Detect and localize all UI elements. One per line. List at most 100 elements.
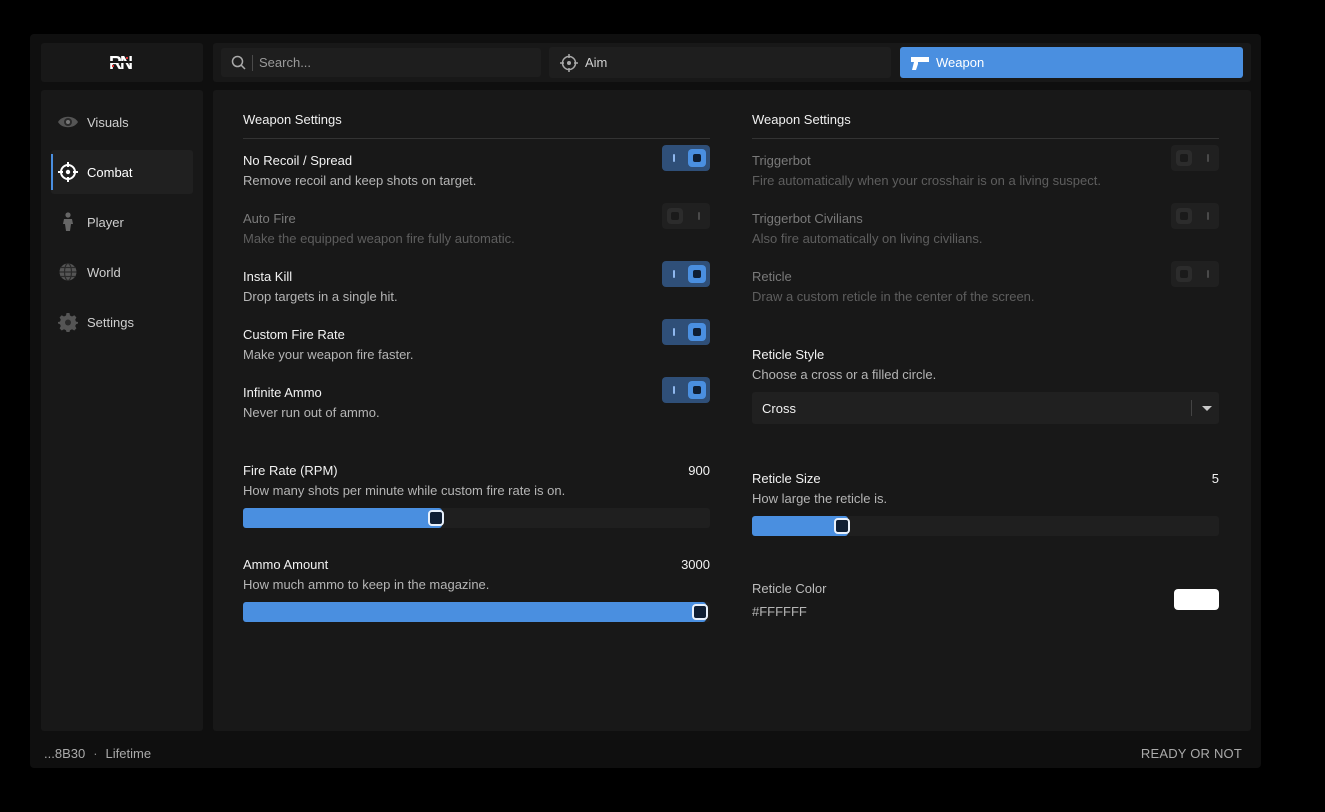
logo: RN: [41, 43, 203, 82]
fire-rate-value: 900: [688, 463, 710, 478]
setting-desc: How large the reticle is.: [752, 491, 888, 506]
slider-fill: [243, 602, 706, 622]
insta-kill-toggle[interactable]: [662, 261, 710, 287]
triggerbot-toggle[interactable]: [1171, 145, 1219, 171]
chevron-down-icon: [1202, 406, 1212, 411]
search-box[interactable]: [221, 48, 541, 77]
gear-icon: [57, 311, 79, 333]
setting-reticle-color: Reticle Color #FFFFFF: [752, 581, 1219, 619]
reticle-color-hex: #FFFFFF: [752, 604, 807, 619]
setting-ammo-amount: Ammo Amount How much ammo to keep in the…: [243, 557, 710, 592]
reticle-toggle[interactable]: [1171, 261, 1219, 287]
dropdown-separator: [1191, 400, 1192, 416]
reticle-color-swatch[interactable]: [1174, 589, 1219, 610]
fire-rate-slider[interactable]: [243, 508, 710, 528]
main-panel: Weapon Settings No Recoil / Spread Remov…: [213, 90, 1251, 731]
slider-thumb[interactable]: [833, 518, 850, 534]
auto-fire-toggle[interactable]: [662, 203, 710, 229]
person-icon: [57, 211, 79, 233]
sidebar-item-label: Player: [87, 214, 124, 230]
slider-thumb[interactable]: [427, 510, 444, 526]
user-id: ...8B30: [44, 746, 86, 761]
section-title: Weapon Settings: [243, 112, 342, 127]
setting-desc: Drop targets in a single hit.: [243, 289, 398, 304]
globe-icon: [57, 261, 79, 283]
setting-desc: Make your weapon fire faster.: [243, 347, 414, 362]
setting-desc: Fire automatically when your crosshair i…: [752, 173, 1101, 188]
setting-name: Reticle Size: [752, 471, 821, 486]
top-bar: Aim Weapon: [213, 43, 1251, 82]
setting-desc: Also fire automatically on living civili…: [752, 231, 983, 246]
setting-name: Infinite Ammo: [243, 385, 322, 400]
setting-reticle-style: Reticle Style Choose a cross or a filled…: [752, 347, 1219, 382]
tab-aim-label: Aim: [585, 55, 608, 70]
sidebar-item-label: Combat: [87, 164, 133, 180]
search-icon: [231, 55, 246, 70]
no-recoil-toggle[interactable]: [662, 145, 710, 171]
sidebar-item-label: Visuals: [87, 114, 129, 130]
sidebar-item-label: World: [87, 264, 121, 280]
custom-fire-rate-toggle[interactable]: [662, 319, 710, 345]
status-bar: ...8B30 · Lifetime READY OR NOT: [30, 739, 1261, 768]
ammo-amount-slider[interactable]: [243, 602, 710, 622]
app-window: RN Aim: [30, 34, 1261, 768]
sidebar-item-world[interactable]: World: [51, 250, 193, 294]
setting-desc: How many shots per minute while custom f…: [243, 483, 566, 498]
sidebar-item-label: Settings: [87, 314, 134, 330]
sidebar-item-visuals[interactable]: Visuals: [51, 100, 193, 144]
sidebar-item-combat[interactable]: Combat: [51, 150, 193, 194]
setting-name: Triggerbot: [752, 153, 811, 168]
setting-triggerbot: Triggerbot Fire automatically when your …: [752, 145, 1219, 188]
setting-insta-kill: Insta Kill Drop targets in a single hit.: [243, 261, 710, 304]
setting-fire-rate: Fire Rate (RPM) How many shots per minut…: [243, 463, 710, 498]
setting-auto-fire: Auto Fire Make the equipped weapon fire …: [243, 203, 710, 246]
setting-desc: Never run out of ammo.: [243, 405, 380, 420]
tab-weapon[interactable]: Weapon: [900, 47, 1243, 78]
reticle-style-selected: Cross: [762, 400, 796, 416]
setting-name: Reticle Style: [752, 347, 825, 362]
setting-custom-fire-rate: Custom Fire Rate Make your weapon fire f…: [243, 319, 710, 362]
setting-name: Custom Fire Rate: [243, 327, 345, 342]
sidebar-item-settings[interactable]: Settings: [51, 300, 193, 344]
sidebar: Visuals Combat Player World Settings: [41, 90, 203, 731]
setting-no-recoil: No Recoil / Spread Remove recoil and kee…: [243, 145, 710, 188]
reticle-style-select[interactable]: Cross: [752, 392, 1219, 424]
reticle-size-slider[interactable]: [752, 516, 1219, 536]
search-input[interactable]: [252, 54, 522, 71]
tab-weapon-label: Weapon: [936, 55, 985, 70]
setting-name: Reticle: [752, 269, 792, 284]
slider-thumb[interactable]: [692, 604, 708, 620]
footer-left: ...8B30 · Lifetime: [44, 746, 151, 761]
setting-reticle: Reticle Draw a custom reticle in the cen…: [752, 261, 1219, 304]
setting-desc: Draw a custom reticle in the center of t…: [752, 289, 1035, 304]
triggerbot-civilians-toggle[interactable]: [1171, 203, 1219, 229]
sidebar-item-player[interactable]: Player: [51, 200, 193, 244]
eye-icon: [57, 111, 79, 133]
setting-triggerbot-civilians: Triggerbot Civilians Also fire automatic…: [752, 203, 1219, 246]
crosshair-icon: [559, 53, 579, 73]
reticle-size-value: 5: [1211, 471, 1219, 486]
setting-desc: Remove recoil and keep shots on target.: [243, 173, 477, 188]
section-title: Weapon Settings: [752, 112, 851, 127]
crosshair-icon: [57, 161, 79, 183]
setting-name: Ammo Amount: [243, 557, 329, 572]
setting-infinite-ammo: Infinite Ammo Never run out of ammo.: [243, 377, 710, 420]
divider: [752, 138, 1219, 139]
license-type: Lifetime: [105, 746, 152, 761]
setting-desc: Make the equipped weapon fire fully auto…: [243, 231, 515, 246]
slider-fill: [243, 508, 442, 528]
game-name: READY OR NOT: [1140, 746, 1242, 761]
separator-dot: ·: [93, 746, 98, 761]
setting-name: Insta Kill: [243, 269, 293, 284]
pistol-icon: [910, 53, 930, 73]
tab-aim[interactable]: Aim: [549, 47, 891, 78]
setting-reticle-size: Reticle Size How large the reticle is. 5: [752, 471, 1219, 506]
setting-name: No Recoil / Spread: [243, 153, 353, 168]
ammo-amount-value: 3000: [681, 557, 710, 572]
setting-name: Reticle Color: [752, 581, 827, 596]
setting-name: Fire Rate (RPM): [243, 463, 338, 478]
setting-name: Auto Fire: [243, 211, 296, 226]
divider: [243, 138, 710, 139]
infinite-ammo-toggle[interactable]: [662, 377, 710, 403]
setting-desc: Choose a cross or a filled circle.: [752, 367, 937, 382]
